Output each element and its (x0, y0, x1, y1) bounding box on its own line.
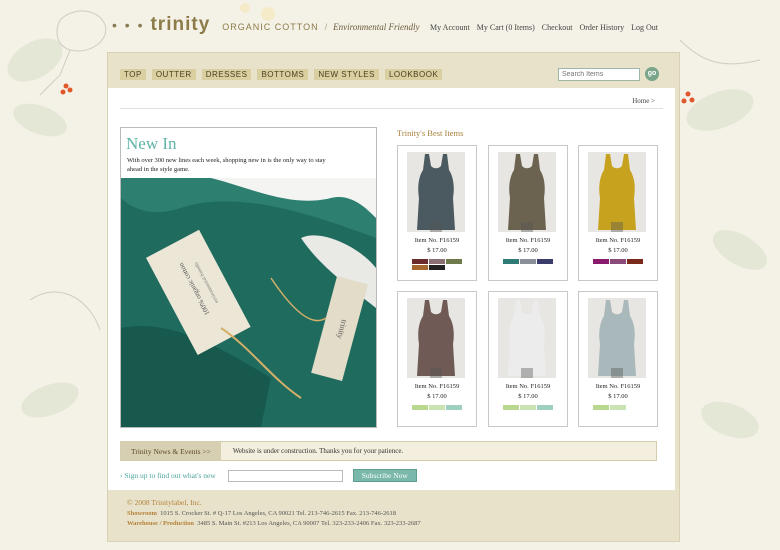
color-swatch[interactable] (503, 405, 519, 410)
search-go-button[interactable]: go (645, 67, 659, 81)
product-image[interactable] (498, 152, 556, 232)
product-image[interactable] (407, 152, 465, 232)
search-input[interactable] (558, 67, 640, 81)
color-swatch[interactable] (520, 259, 536, 264)
my-account-link[interactable]: My Account (430, 23, 470, 32)
nav-outter[interactable]: OUTTER (151, 69, 196, 80)
new-in-description: With over 300 new lines each week, shopp… (127, 157, 326, 174)
best-items-title: Trinity's Best Items (397, 128, 464, 138)
product-card[interactable]: Item No. F16159 $ 17.00 (488, 291, 568, 427)
main-nav: TOP OUTTER DRESSES BOTTOMS NEW STYLES LO… (120, 69, 443, 80)
nav-new-styles[interactable]: NEW STYLES (314, 69, 379, 80)
color-swatch[interactable] (593, 259, 609, 264)
new-in-title: New In (126, 134, 177, 153)
footer-warehouse-label: Warehouse / Production (127, 519, 194, 527)
product-card[interactable]: Item No. F16159 $ 17.00 (397, 145, 477, 281)
color-swatch[interactable] (593, 405, 609, 410)
color-swatch[interactable] (446, 405, 462, 410)
my-cart-link[interactable]: My Cart (0 Items) (477, 23, 535, 32)
footer: © 2008 Trinitylabel, Inc. Showroom 1015 … (127, 497, 421, 529)
color-swatch[interactable] (429, 265, 445, 270)
nav-bottoms[interactable]: BOTTOMS (257, 69, 309, 80)
color-swatch[interactable] (537, 259, 553, 264)
product-price: $ 17.00 (608, 247, 628, 254)
logo-tagline-organic: ORGANIC COTTON (222, 22, 319, 32)
logo-dots: • • • (112, 17, 145, 33)
nav-lookbook[interactable]: LOOKBOOK (384, 69, 443, 80)
nav-top[interactable]: TOP (120, 69, 146, 80)
subscribe-button[interactable]: Subscribe Now (352, 469, 417, 482)
footer-warehouse: Warehouse / Production 3485 S. Main St. … (127, 519, 421, 529)
product-name[interactable]: Item No. F16159 (398, 237, 476, 244)
color-swatches (412, 259, 464, 270)
color-swatch[interactable] (412, 265, 428, 270)
product-price: $ 17.00 (427, 247, 447, 254)
product-image[interactable] (498, 298, 556, 378)
logo-brand: trinity (150, 14, 211, 35)
new-in-panel: New In With over 300 new lines each week… (120, 127, 377, 428)
breadcrumb[interactable]: Home > (632, 97, 655, 105)
product-card[interactable]: Item No. F16159 $ 17.00 (578, 145, 658, 281)
signup-email-input[interactable] (227, 469, 343, 482)
product-card[interactable]: Item No. F16159 $ 17.00 (397, 291, 477, 427)
divider (120, 108, 663, 109)
main-panel: Home > New In With over 300 new lines ea… (108, 88, 675, 490)
color-swatch[interactable] (429, 405, 445, 410)
new-in-photo[interactable]: 100% organic cotton environmental friend… (121, 178, 376, 427)
footer-showroom-text: 1015 S. Crocker St. # Q-17 Los Angeles, … (160, 509, 397, 517)
footer-showroom: Showroom 1015 S. Crocker St. # Q-17 Los … (127, 509, 421, 519)
log-out-link[interactable]: Log Out (631, 23, 658, 32)
product-card[interactable]: Item No. F16159 $ 17.00 (488, 145, 568, 281)
news-message: Website is under construction. Thanks yo… (232, 447, 404, 455)
product-price: $ 17.00 (608, 393, 628, 400)
product-image[interactable] (407, 298, 465, 378)
product-name[interactable]: Item No. F16159 (489, 383, 567, 390)
product-image[interactable] (588, 152, 646, 232)
product-price: $ 17.00 (518, 393, 538, 400)
color-swatch[interactable] (610, 405, 626, 410)
color-swatch[interactable] (610, 259, 626, 264)
product-card[interactable]: Item No. F16159 $ 17.00 (578, 291, 658, 427)
color-swatches (503, 259, 555, 264)
signup-form: › Sign up to find out what's new Subscri… (120, 469, 417, 482)
product-name[interactable]: Item No. F16159 (398, 383, 476, 390)
product-name[interactable]: Item No. F16159 (489, 237, 567, 244)
color-swatches (503, 405, 555, 410)
search-box: go (558, 67, 659, 81)
color-swatches (593, 405, 645, 410)
product-name[interactable]: Item No. F16159 (579, 383, 657, 390)
product-name[interactable]: Item No. F16159 (579, 237, 657, 244)
news-events-link[interactable]: Trinity News & Events >> (121, 442, 221, 460)
color-swatch[interactable] (412, 259, 428, 264)
order-history-link[interactable]: Order History (579, 23, 624, 32)
account-links: My Account My Cart (0 Items) Checkout Or… (430, 23, 658, 32)
color-swatch[interactable] (412, 405, 428, 410)
color-swatch[interactable] (627, 259, 643, 264)
color-swatches (593, 259, 645, 264)
nav-dresses[interactable]: DRESSES (201, 69, 252, 80)
color-swatch[interactable] (520, 405, 536, 410)
color-swatch[interactable] (537, 405, 553, 410)
color-swatches (412, 405, 464, 410)
footer-showroom-label: Showroom (127, 509, 157, 517)
site-logo[interactable]: • • • trinity ORGANIC COTTON / Environme… (112, 14, 420, 36)
footer-warehouse-text: 3485 S. Main St. #213 Los Angeles, CA 90… (197, 519, 421, 527)
logo-separator: / (324, 22, 328, 32)
product-price: $ 17.00 (518, 247, 538, 254)
checkout-link[interactable]: Checkout (542, 23, 573, 32)
signup-label: › Sign up to find out what's new (120, 471, 216, 480)
color-swatch[interactable] (429, 259, 445, 264)
color-swatch[interactable] (446, 259, 462, 264)
product-price: $ 17.00 (427, 393, 447, 400)
footer-copyright: © 2008 Trinitylabel, Inc. (127, 498, 202, 507)
news-bar: Trinity News & Events >> Website is unde… (120, 441, 657, 461)
logo-tagline-environment: Environmental Friendly (333, 22, 420, 32)
color-swatch[interactable] (503, 259, 519, 264)
product-image[interactable] (588, 298, 646, 378)
